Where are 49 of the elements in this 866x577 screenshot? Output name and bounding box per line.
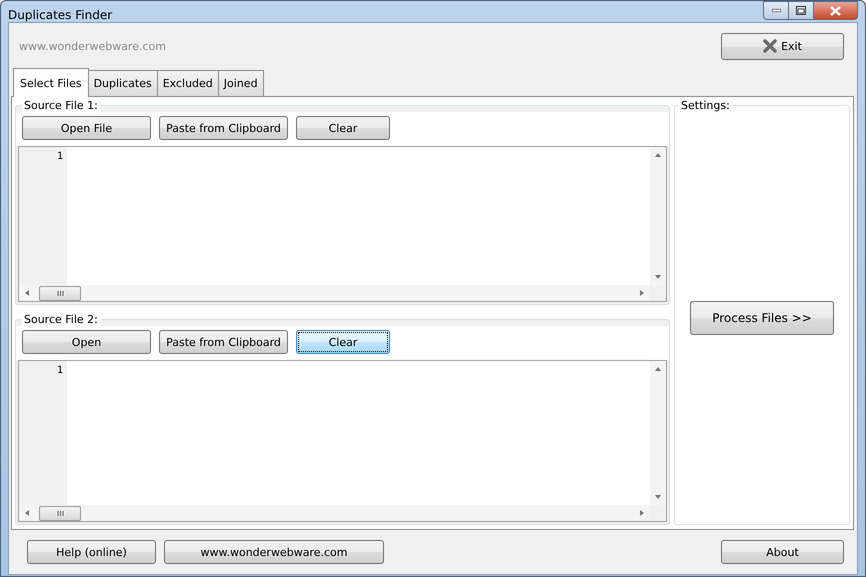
maximize-icon: [796, 6, 806, 15]
scroll-up-icon[interactable]: [655, 153, 661, 157]
scrollbar-corner: [650, 285, 666, 301]
scroll-right-icon[interactable]: [640, 290, 644, 296]
close-icon: [830, 6, 841, 16]
open-button[interactable]: Open: [22, 330, 151, 354]
scroll-left-icon[interactable]: [25, 510, 29, 516]
scroll-right-icon[interactable]: [640, 510, 644, 516]
paste-button[interactable]: Paste from Clipboard: [159, 330, 288, 354]
scroll-down-icon[interactable]: [655, 275, 661, 279]
line-number: 1: [56, 365, 63, 376]
scroll-left-icon[interactable]: [25, 290, 29, 296]
paste-button[interactable]: Paste from Clipboard: [159, 116, 288, 140]
group-label: Source File 1:: [22, 99, 100, 112]
open-button[interactable]: Open File: [22, 116, 151, 140]
clear-button[interactable]: Clear: [296, 116, 390, 140]
close-button[interactable]: [814, 1, 858, 20]
horizontal-scrollbar[interactable]: [19, 505, 650, 521]
text-editor[interactable]: 1: [18, 360, 667, 522]
text-editor[interactable]: 1: [18, 146, 667, 302]
group-label: Settings:: [679, 99, 732, 112]
horizontal-scrollbar[interactable]: [19, 285, 650, 301]
group-label: Source File 2:: [22, 313, 100, 326]
tab[interactable]: Select Files: [13, 68, 89, 97]
clear-button[interactable]: Clear: [296, 330, 390, 354]
scrollbar-thumb[interactable]: [39, 506, 81, 520]
line-number: 1: [56, 151, 63, 162]
maximize-button[interactable]: [789, 1, 814, 20]
scrollbar-corner: [650, 505, 666, 521]
website-button[interactable]: www.wonderwebware.com: [164, 540, 384, 564]
scroll-up-icon[interactable]: [655, 367, 661, 371]
grip-icon: [56, 290, 64, 296]
vertical-scrollbar[interactable]: [650, 147, 666, 285]
window-title: Duplicates Finder: [8, 8, 112, 22]
scrollbar-thumb[interactable]: [39, 286, 81, 300]
minimize-icon: [772, 9, 780, 12]
website-label: www.wonderwebware.com: [19, 40, 166, 52]
tab[interactable]: Duplicates: [88, 70, 158, 96]
cross-icon: [763, 39, 778, 53]
help-button[interactable]: Help (online): [27, 540, 156, 564]
process-files-button[interactable]: Process Files >>: [690, 301, 834, 335]
about-button[interactable]: About: [721, 540, 844, 564]
minimize-button[interactable]: [763, 1, 789, 20]
tab[interactable]: Excluded: [156, 70, 219, 96]
exit-button[interactable]: Exit: [721, 32, 844, 60]
tab[interactable]: Joined: [218, 70, 264, 96]
scroll-down-icon[interactable]: [655, 495, 661, 499]
grip-icon: [56, 510, 64, 516]
vertical-scrollbar[interactable]: [650, 361, 666, 505]
